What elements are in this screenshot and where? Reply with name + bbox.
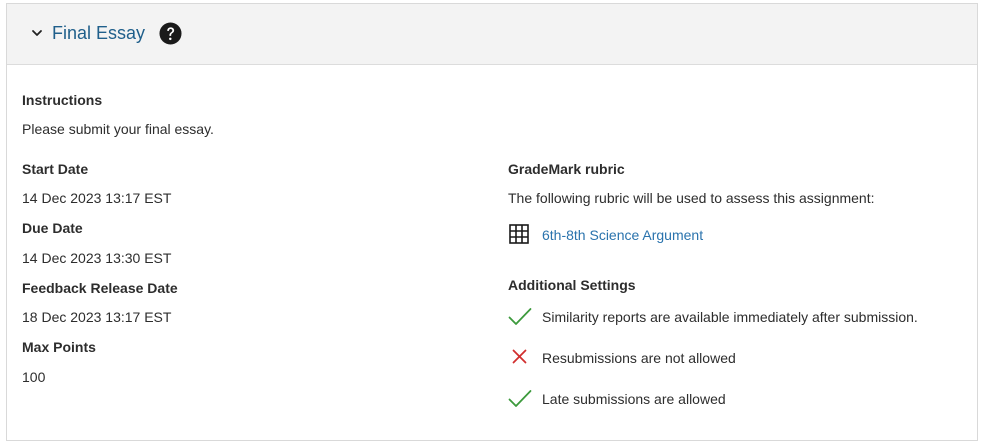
rubric-link[interactable]: 6th-8th Science Argument bbox=[542, 226, 703, 244]
check-icon bbox=[508, 390, 532, 407]
grid-table-icon[interactable] bbox=[509, 224, 529, 244]
due-date-label: Due Date bbox=[22, 220, 83, 236]
setting-similarity-reports: Similarity reports are available immedia… bbox=[542, 309, 918, 325]
chevron-down-icon[interactable] bbox=[31, 27, 43, 39]
check-icon bbox=[508, 308, 532, 325]
start-date-value: 14 Dec 2023 13:17 EST bbox=[22, 190, 172, 206]
additional-settings-label: Additional Settings bbox=[508, 277, 636, 293]
assignment-title[interactable]: Final Essay bbox=[52, 22, 145, 44]
setting-resubmissions: Resubmissions are not allowed bbox=[542, 350, 736, 366]
panel-header[interactable]: Final Essay bbox=[7, 4, 977, 65]
instructions-label: Instructions bbox=[22, 92, 103, 108]
setting-late-submissions: Late submissions are allowed bbox=[542, 391, 726, 407]
assignment-panel: Final Essay bbox=[6, 3, 978, 441]
max-points-label: Max Points bbox=[22, 339, 96, 355]
feedback-release-value: 18 Dec 2023 13:17 EST bbox=[22, 309, 172, 325]
due-date-value: 14 Dec 2023 13:30 EST bbox=[22, 250, 172, 266]
rubric-label: GradeMark rubric bbox=[508, 161, 625, 177]
max-points-value: 100 bbox=[22, 369, 46, 385]
x-icon bbox=[512, 349, 527, 364]
rubric-description: The following rubric will be used to ass… bbox=[508, 190, 875, 206]
start-date-label: Start Date bbox=[22, 161, 89, 177]
feedback-release-label: Feedback Release Date bbox=[22, 280, 178, 296]
question-circle-icon[interactable] bbox=[159, 22, 182, 45]
instructions-text: Please submit your final essay. bbox=[22, 121, 214, 137]
